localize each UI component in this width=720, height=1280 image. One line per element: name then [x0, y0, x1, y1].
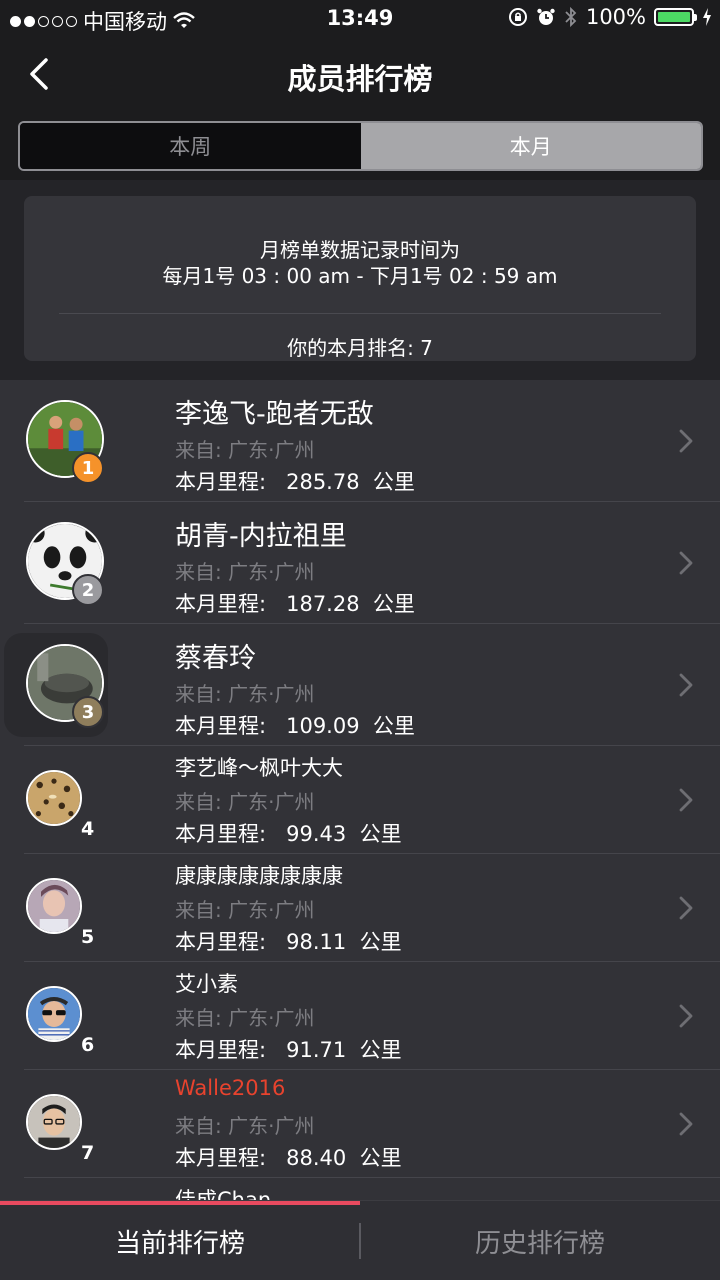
leopard-avatar — [26, 770, 82, 826]
charging-icon — [703, 8, 711, 26]
chevron-right-icon — [679, 1004, 693, 1028]
wifi-icon — [173, 12, 195, 28]
member-location: 来自: 广东·广州 — [175, 682, 315, 706]
member-distance: 本月里程: 91.71 公里 — [175, 1038, 402, 1062]
period-segmented-control: 本周 本月 — [18, 121, 703, 171]
chevron-right-icon — [679, 896, 693, 920]
member-row[interactable]: 4 李艺峰～枫叶大大 来自: 广东·广州本月里程: 99.43 公里 — [0, 746, 720, 854]
member-location: 来自: 广东·广州 — [175, 1114, 315, 1138]
member-name: 李逸飞-跑者无敌 — [175, 399, 374, 430]
battery-icon — [654, 8, 697, 26]
info-card: 月榜单数据记录时间为 每月1号 03 : 00 am - 下月1号 02 : 5… — [24, 196, 696, 361]
rank-number: 6 — [81, 1034, 95, 1056]
status-left: 中国移动 — [10, 6, 195, 36]
record-period-range: 每月1号 03 : 00 am - 下月1号 02 : 59 am — [162, 264, 558, 288]
rank-badge: 2 — [72, 574, 104, 606]
member-row[interactable]: 1 李逸飞-跑者无敌来自: 广东·广州本月里程: 285.78 公里 — [0, 380, 720, 502]
tab-history-ranking[interactable]: 历史排行榜 — [360, 1201, 720, 1280]
chevron-right-icon — [679, 1112, 693, 1136]
chevron-right-icon — [679, 429, 693, 453]
member-distance: 本月里程: 109.09 公里 — [175, 714, 415, 738]
member-distance: 本月里程: 88.40 公里 — [175, 1146, 402, 1170]
segment-week[interactable]: 本周 — [20, 123, 361, 169]
battery-percent: 100% — [585, 5, 646, 29]
segment-month[interactable]: 本月 — [360, 123, 701, 169]
ranking-list: 1 李逸飞-跑者无敌 来自: 广东·广州 本月里程: 285.78 公里 2 胡青-内拉祖… — [0, 380, 720, 1200]
member-location: 来自: 广东·广州 — [175, 898, 315, 922]
status-bar: 中国移动 13:49 100% — [0, 0, 720, 36]
member-location: 来自: 广东·广州 — [175, 438, 315, 462]
my-rank-text: 你的本月排名: 7 — [287, 336, 433, 360]
member-distance: 本月里程: 99.43 公里 — [175, 822, 402, 846]
member-distance: 本月里程: 187.28 公里 — [175, 592, 415, 616]
info-divider — [59, 313, 661, 314]
member-name: 艾小素 — [175, 972, 238, 996]
bluetooth-icon — [565, 6, 577, 28]
chevron-right-icon — [679, 788, 693, 812]
period-selector-area: 本周 本月 — [0, 112, 720, 180]
member-row[interactable]: 3 蔡春玲来自: 广东·广州本月里程: 109.09 公里 — [0, 624, 720, 746]
carrier-name: 中国移动 — [83, 10, 167, 34]
member-name: 蔡春玲 — [175, 643, 256, 674]
record-period-label: 月榜单数据记录时间为 — [260, 238, 460, 262]
page-title: 成员排行榜 — [287, 62, 433, 96]
info-section: 月榜单数据记录时间为 每月1号 03 : 00 am - 下月1号 02 : 5… — [0, 180, 720, 380]
rank-badge: 3 — [72, 696, 104, 728]
rank-badge: 1 — [72, 452, 104, 484]
member-name: 李艺峰～枫叶大大 — [175, 756, 343, 780]
sunglasses-person-avatar — [26, 986, 82, 1042]
member-row[interactable]: 7 Walle2016 来自: 广东·广州本月里程: 88.40 公里 — [0, 1070, 720, 1178]
signal-strength-icon — [10, 15, 77, 27]
member-row[interactable]: 2 胡青-内拉祖里来自: 广东·广州本月里程: 187.28 公里 — [0, 502, 720, 624]
selfie-person-avatar — [26, 1094, 82, 1150]
nav-bar: 成员排行榜 — [0, 36, 720, 112]
member-distance: 本月里程: 98.11 公里 — [175, 930, 402, 954]
back-button[interactable] — [22, 54, 62, 94]
member-name: Walle2016 — [175, 1076, 286, 1100]
alarm-icon — [537, 8, 555, 25]
member-row[interactable]: 8佳成Chan来自: 广东·广州 — [0, 1178, 720, 1200]
member-location: 来自: 广东·广州 — [175, 560, 315, 584]
member-name: 佳成Chan — [175, 1188, 272, 1200]
bottom-tab-bar: 当前排行榜 历史排行榜 — [0, 1200, 720, 1280]
member-name: 康康康康康康康康 — [175, 864, 343, 888]
person-photo-avatar — [26, 878, 82, 934]
rank-number: 4 — [81, 818, 95, 840]
member-row[interactable]: 6 艾小素来自: 广东·广州本月里程: 91.71 公里 — [0, 962, 720, 1070]
chevron-left-icon — [30, 58, 48, 90]
chevron-right-icon — [679, 673, 693, 697]
member-name: 胡青-内拉祖里 — [175, 521, 347, 552]
member-row[interactable]: 5 康康康康康康康康 来自: 广东·广州本月里程: 98.11 公里 — [0, 854, 720, 962]
member-location: 来自: 广东·广州 — [175, 790, 315, 814]
rank-number: 5 — [81, 926, 95, 948]
member-location: 来自: 广东·广州 — [175, 1006, 315, 1030]
rotation-lock-icon — [508, 8, 527, 26]
tab-current-ranking[interactable]: 当前排行榜 — [0, 1201, 360, 1280]
status-right: 100% — [508, 5, 712, 29]
rank-number: 7 — [81, 1142, 95, 1164]
chevron-right-icon — [679, 551, 693, 575]
member-distance: 本月里程: 285.78 公里 — [175, 470, 415, 494]
